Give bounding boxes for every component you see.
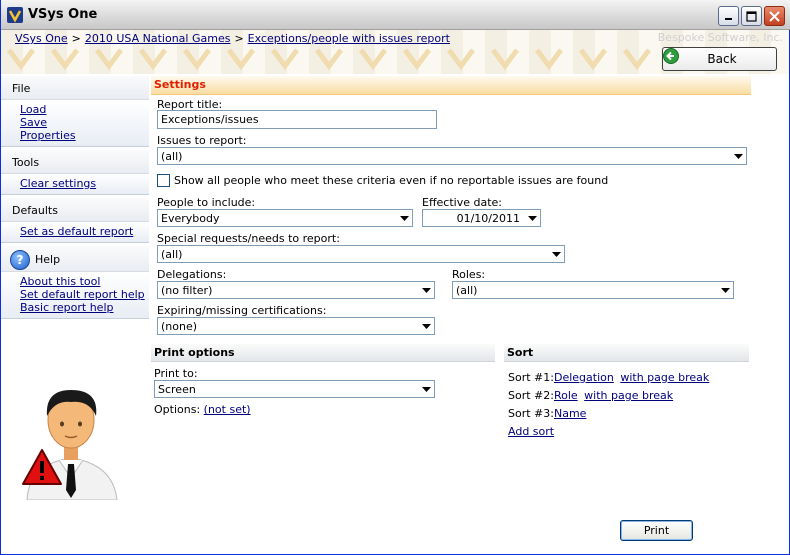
certifications-value: (none) — [161, 320, 198, 333]
chevron-down-icon[interactable] — [418, 381, 434, 397]
chevron-down-icon[interactable] — [418, 318, 434, 334]
close-button[interactable] — [764, 6, 785, 26]
nav-defaults-header: Defaults — [1, 198, 149, 222]
show-all-checkbox[interactable] — [157, 174, 170, 187]
effective-date-picker[interactable]: 01/10/2011 — [422, 209, 541, 227]
sort-entry: Sort #2:Role with page break — [508, 389, 673, 402]
properties-link[interactable]: Properties — [20, 129, 149, 142]
chevron-down-icon[interactable] — [396, 210, 412, 226]
chevron-down-icon[interactable] — [418, 282, 434, 298]
print-to-select[interactable]: Screen — [154, 380, 435, 398]
sort-3-label: Sort #3: — [508, 407, 554, 420]
sort-1-page-break-link[interactable]: with page break — [620, 371, 709, 384]
delegations-label: Delegations: — [157, 268, 227, 281]
show-all-label: Show all people who meet these criteria … — [174, 174, 609, 187]
window-title: VSys One — [28, 7, 98, 22]
print-button[interactable]: Print — [620, 520, 693, 541]
title-bar[interactable]: VSys One — [1, 0, 790, 30]
roles-value: (all) — [456, 284, 478, 297]
issues-select[interactable]: (all) — [157, 147, 747, 165]
options-label: Options: — [154, 403, 201, 416]
nav-help-header: ? Help — [1, 246, 149, 272]
roles-select[interactable]: (all) — [452, 281, 734, 299]
sort-2-label: Sort #2: — [508, 389, 554, 402]
issues-label: Issues to report: — [157, 134, 247, 147]
header-banner: VSys One >2010 USA National Games > Excepti… — [1, 30, 789, 74]
sort-entry: Sort #3:Name — [508, 407, 586, 420]
chevron-down-icon[interactable] — [730, 148, 746, 164]
breadcrumb: VSys One >2010 USA National Games > Excepti… — [15, 32, 450, 45]
nav-file-header: File — [1, 76, 149, 100]
roles-label: Roles: — [452, 268, 486, 281]
nav-file-group: Load Save Properties — [1, 100, 149, 147]
warning-person-icon — [19, 382, 123, 503]
clear-settings-link[interactable]: Clear settings — [20, 177, 149, 190]
sort-entry: Sort #1:Delegation with page break — [508, 371, 709, 384]
print-to-label: Print to: — [154, 367, 198, 380]
about-tool-link[interactable]: About this tool — [20, 275, 149, 288]
special-requests-value: (all) — [161, 248, 183, 261]
print-options-header: Print options — [151, 344, 495, 362]
sort-2-field-link[interactable]: Role — [554, 389, 578, 402]
effective-date-label: Effective date: — [422, 196, 502, 209]
settings-header: Settings — [151, 76, 751, 95]
nav-tools-group: Clear settings — [1, 174, 149, 195]
sort-2-page-break-link[interactable]: with page break — [584, 389, 673, 402]
options-row: Options: (not set) — [154, 403, 251, 416]
default-report-help-link[interactable]: Set default report help — [20, 288, 149, 301]
vendor-label: Bespoke Software, Inc. — [657, 31, 783, 44]
special-requests-label: Special requests/needs to report: — [157, 232, 340, 245]
certifications-label: Expiring/missing certifications: — [157, 304, 327, 317]
chevron-down-icon[interactable] — [548, 246, 564, 262]
print-to-value: Screen — [158, 383, 196, 396]
help-icon: ? — [10, 249, 30, 270]
chevron-down-icon[interactable] — [717, 282, 733, 298]
effective-date-value: 01/10/2011 — [456, 212, 520, 225]
main-content: VSys One >2010 USA National Games > Excepti… — [1, 30, 789, 554]
save-link[interactable]: Save — [20, 116, 149, 129]
people-value: Everybody — [161, 212, 220, 225]
sort-header: Sort — [504, 344, 749, 362]
nav-help-group: About this tool Set default report help … — [1, 272, 149, 319]
app-window: VSys One VSys One > 2010 USA National Ga… — [0, 0, 790, 555]
people-select[interactable]: Everybody — [157, 209, 413, 227]
options-not-set-link[interactable]: (not set) — [204, 403, 251, 416]
back-label: Back — [707, 52, 737, 66]
sort-1-field-link[interactable]: Delegation — [554, 371, 614, 384]
nav-defaults-group: Set as default report — [1, 222, 149, 243]
breadcrumb-event-link[interactable]: 2010 USA National Games — [85, 32, 231, 45]
report-title-input[interactable]: Exceptions/issues — [157, 110, 437, 129]
load-link[interactable]: Load — [20, 103, 149, 116]
people-label: People to include: — [157, 196, 256, 209]
minimize-button[interactable] — [718, 6, 739, 26]
delegations-value: (no filter) — [161, 284, 213, 297]
breadcrumb-home-link[interactable]: VSys One — [15, 32, 68, 45]
set-default-report-link[interactable]: Set as default report — [20, 225, 149, 238]
chevron-down-icon[interactable] — [524, 210, 540, 226]
back-button[interactable]: Back — [662, 47, 777, 71]
basic-report-help-link[interactable]: Basic report help — [20, 301, 149, 314]
nav-help-title: Help — [35, 253, 61, 266]
maximize-button[interactable] — [741, 6, 762, 26]
certifications-select[interactable]: (none) — [157, 317, 435, 335]
add-sort-link[interactable]: Add sort — [508, 425, 554, 438]
delegations-select[interactable]: (no filter) — [157, 281, 435, 299]
breadcrumb-report-link[interactable]: Exceptions/people with issues report — [248, 32, 450, 45]
app-logo-icon — [7, 7, 23, 23]
sort-3-field-link[interactable]: Name — [554, 407, 586, 420]
left-nav: File Load Save Properties Tools Clear se… — [1, 76, 149, 322]
sort-1-label: Sort #1: — [508, 371, 554, 384]
issues-value: (all) — [161, 150, 183, 163]
nav-tools-header: Tools — [1, 150, 149, 174]
special-requests-select[interactable]: (all) — [157, 245, 565, 263]
